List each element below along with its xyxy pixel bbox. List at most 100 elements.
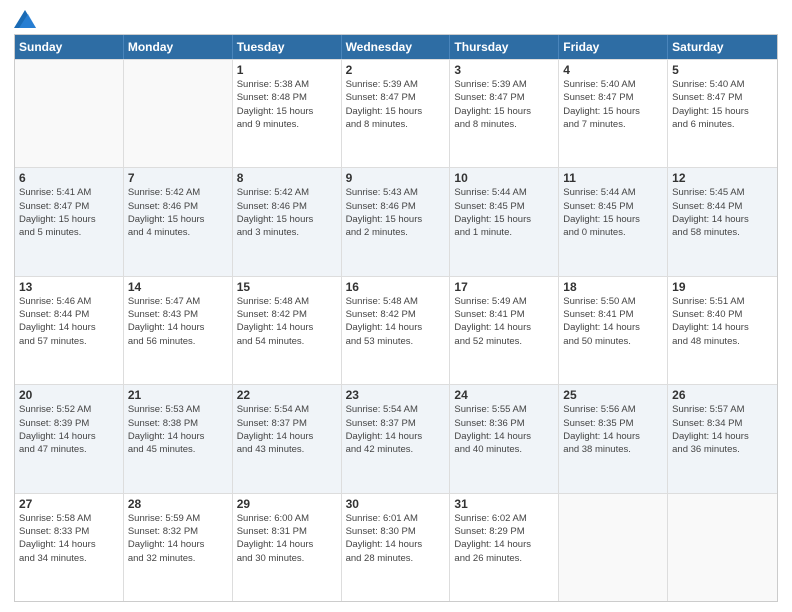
calendar-cell: 7Sunrise: 5:42 AM Sunset: 8:46 PM Daylig… [124,168,233,275]
day-info: Sunrise: 5:48 AM Sunset: 8:42 PM Dayligh… [346,295,446,348]
calendar-cell: 28Sunrise: 5:59 AM Sunset: 8:32 PM Dayli… [124,494,233,601]
calendar-cell: 5Sunrise: 5:40 AM Sunset: 8:47 PM Daylig… [668,60,777,167]
day-info: Sunrise: 5:54 AM Sunset: 8:37 PM Dayligh… [237,403,337,456]
calendar-cell: 20Sunrise: 5:52 AM Sunset: 8:39 PM Dayli… [15,385,124,492]
calendar-cell: 10Sunrise: 5:44 AM Sunset: 8:45 PM Dayli… [450,168,559,275]
calendar-cell: 22Sunrise: 5:54 AM Sunset: 8:37 PM Dayli… [233,385,342,492]
day-info: Sunrise: 6:01 AM Sunset: 8:30 PM Dayligh… [346,512,446,565]
calendar-cell: 31Sunrise: 6:02 AM Sunset: 8:29 PM Dayli… [450,494,559,601]
calendar-row-4: 27Sunrise: 5:58 AM Sunset: 8:33 PM Dayli… [15,493,777,601]
calendar-header-row: SundayMondayTuesdayWednesdayThursdayFrid… [15,35,777,59]
calendar-cell: 16Sunrise: 5:48 AM Sunset: 8:42 PM Dayli… [342,277,451,384]
day-number: 13 [19,280,119,294]
calendar-body: 1Sunrise: 5:38 AM Sunset: 8:48 PM Daylig… [15,59,777,601]
calendar-cell: 26Sunrise: 5:57 AM Sunset: 8:34 PM Dayli… [668,385,777,492]
day-info: Sunrise: 5:39 AM Sunset: 8:47 PM Dayligh… [454,78,554,131]
header-cell-tuesday: Tuesday [233,35,342,59]
calendar-cell: 17Sunrise: 5:49 AM Sunset: 8:41 PM Dayli… [450,277,559,384]
day-info: Sunrise: 5:51 AM Sunset: 8:40 PM Dayligh… [672,295,773,348]
calendar-row-3: 20Sunrise: 5:52 AM Sunset: 8:39 PM Dayli… [15,384,777,492]
day-info: Sunrise: 5:57 AM Sunset: 8:34 PM Dayligh… [672,403,773,456]
day-number: 17 [454,280,554,294]
day-number: 14 [128,280,228,294]
calendar-cell: 25Sunrise: 5:56 AM Sunset: 8:35 PM Dayli… [559,385,668,492]
day-number: 15 [237,280,337,294]
calendar-cell [559,494,668,601]
calendar-cell: 14Sunrise: 5:47 AM Sunset: 8:43 PM Dayli… [124,277,233,384]
day-info: Sunrise: 5:41 AM Sunset: 8:47 PM Dayligh… [19,186,119,239]
day-info: Sunrise: 5:49 AM Sunset: 8:41 PM Dayligh… [454,295,554,348]
day-info: Sunrise: 5:52 AM Sunset: 8:39 PM Dayligh… [19,403,119,456]
day-info: Sunrise: 5:46 AM Sunset: 8:44 PM Dayligh… [19,295,119,348]
calendar-cell: 21Sunrise: 5:53 AM Sunset: 8:38 PM Dayli… [124,385,233,492]
logo-icon [14,10,36,28]
day-number: 2 [346,63,446,77]
calendar-cell: 11Sunrise: 5:44 AM Sunset: 8:45 PM Dayli… [559,168,668,275]
day-number: 27 [19,497,119,511]
calendar-cell: 13Sunrise: 5:46 AM Sunset: 8:44 PM Dayli… [15,277,124,384]
header-cell-thursday: Thursday [450,35,559,59]
day-info: Sunrise: 5:42 AM Sunset: 8:46 PM Dayligh… [128,186,228,239]
day-info: Sunrise: 5:40 AM Sunset: 8:47 PM Dayligh… [672,78,773,131]
day-number: 5 [672,63,773,77]
calendar-row-2: 13Sunrise: 5:46 AM Sunset: 8:44 PM Dayli… [15,276,777,384]
day-number: 9 [346,171,446,185]
day-number: 18 [563,280,663,294]
day-number: 19 [672,280,773,294]
day-number: 10 [454,171,554,185]
logo [14,10,40,28]
day-info: Sunrise: 5:44 AM Sunset: 8:45 PM Dayligh… [563,186,663,239]
day-info: Sunrise: 5:55 AM Sunset: 8:36 PM Dayligh… [454,403,554,456]
calendar-cell: 18Sunrise: 5:50 AM Sunset: 8:41 PM Dayli… [559,277,668,384]
day-number: 6 [19,171,119,185]
day-number: 8 [237,171,337,185]
day-info: Sunrise: 5:56 AM Sunset: 8:35 PM Dayligh… [563,403,663,456]
day-number: 22 [237,388,337,402]
day-number: 7 [128,171,228,185]
day-info: Sunrise: 5:54 AM Sunset: 8:37 PM Dayligh… [346,403,446,456]
calendar-cell: 1Sunrise: 5:38 AM Sunset: 8:48 PM Daylig… [233,60,342,167]
day-info: Sunrise: 5:53 AM Sunset: 8:38 PM Dayligh… [128,403,228,456]
day-number: 23 [346,388,446,402]
calendar-page: SundayMondayTuesdayWednesdayThursdayFrid… [0,0,792,612]
day-number: 24 [454,388,554,402]
calendar-cell [668,494,777,601]
calendar-cell: 19Sunrise: 5:51 AM Sunset: 8:40 PM Dayli… [668,277,777,384]
header-cell-friday: Friday [559,35,668,59]
day-info: Sunrise: 5:50 AM Sunset: 8:41 PM Dayligh… [563,295,663,348]
calendar-cell: 24Sunrise: 5:55 AM Sunset: 8:36 PM Dayli… [450,385,559,492]
calendar-cell: 23Sunrise: 5:54 AM Sunset: 8:37 PM Dayli… [342,385,451,492]
calendar-cell: 3Sunrise: 5:39 AM Sunset: 8:47 PM Daylig… [450,60,559,167]
calendar-cell: 2Sunrise: 5:39 AM Sunset: 8:47 PM Daylig… [342,60,451,167]
day-info: Sunrise: 5:44 AM Sunset: 8:45 PM Dayligh… [454,186,554,239]
day-number: 16 [346,280,446,294]
day-info: Sunrise: 5:48 AM Sunset: 8:42 PM Dayligh… [237,295,337,348]
calendar-cell: 6Sunrise: 5:41 AM Sunset: 8:47 PM Daylig… [15,168,124,275]
calendar-cell [124,60,233,167]
day-number: 21 [128,388,228,402]
calendar-cell: 30Sunrise: 6:01 AM Sunset: 8:30 PM Dayli… [342,494,451,601]
day-info: Sunrise: 5:40 AM Sunset: 8:47 PM Dayligh… [563,78,663,131]
header-cell-wednesday: Wednesday [342,35,451,59]
calendar-cell: 4Sunrise: 5:40 AM Sunset: 8:47 PM Daylig… [559,60,668,167]
calendar-cell: 29Sunrise: 6:00 AM Sunset: 8:31 PM Dayli… [233,494,342,601]
day-number: 11 [563,171,663,185]
day-number: 31 [454,497,554,511]
calendar-cell: 9Sunrise: 5:43 AM Sunset: 8:46 PM Daylig… [342,168,451,275]
day-info: Sunrise: 5:47 AM Sunset: 8:43 PM Dayligh… [128,295,228,348]
day-number: 30 [346,497,446,511]
day-info: Sunrise: 5:42 AM Sunset: 8:46 PM Dayligh… [237,186,337,239]
day-number: 4 [563,63,663,77]
calendar: SundayMondayTuesdayWednesdayThursdayFrid… [14,34,778,602]
calendar-cell: 12Sunrise: 5:45 AM Sunset: 8:44 PM Dayli… [668,168,777,275]
day-info: Sunrise: 5:45 AM Sunset: 8:44 PM Dayligh… [672,186,773,239]
header-cell-saturday: Saturday [668,35,777,59]
day-number: 1 [237,63,337,77]
day-info: Sunrise: 5:59 AM Sunset: 8:32 PM Dayligh… [128,512,228,565]
header [14,10,778,28]
day-info: Sunrise: 6:00 AM Sunset: 8:31 PM Dayligh… [237,512,337,565]
day-info: Sunrise: 5:43 AM Sunset: 8:46 PM Dayligh… [346,186,446,239]
day-number: 26 [672,388,773,402]
day-number: 3 [454,63,554,77]
calendar-row-0: 1Sunrise: 5:38 AM Sunset: 8:48 PM Daylig… [15,59,777,167]
